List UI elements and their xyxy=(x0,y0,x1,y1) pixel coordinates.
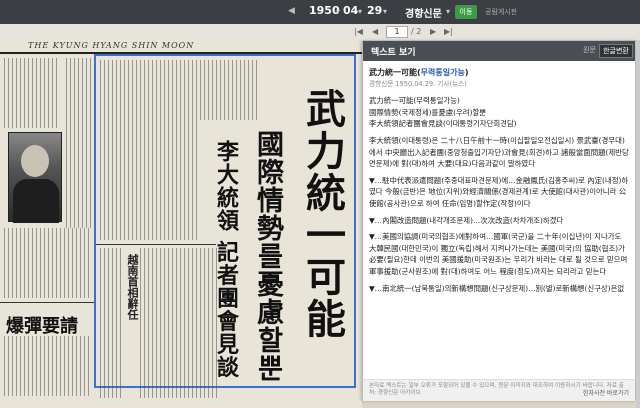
article-text-block xyxy=(66,58,92,228)
article-text-block xyxy=(4,58,60,128)
panel-footer: 본자료 텍스트는 일부 오류가 포함되어 있을 수 있으며, 원문 이미지와 대… xyxy=(363,379,635,401)
article-meta: 경향신문 1950.04.29. 기사(뉴스) xyxy=(369,79,467,88)
article-text: 武力統一可能(무력통일가능) 경향신문 1950.04.29. 기사(뉴스) 武… xyxy=(369,67,631,379)
hangul-convert-button[interactable]: 한글변환 xyxy=(599,44,633,58)
article-paragraph: ▼…內閣改造問題(내각개조문제)…次次改造(차차개조)하겠다 xyxy=(369,215,564,225)
move-button[interactable]: 이동 xyxy=(455,5,477,19)
portrait-face xyxy=(21,145,49,177)
article-paragraph: ▼…駐中代表派遣問題(주중대표파견문제)에…金融鳳氏(김홍주씨)로 內定(내정)… xyxy=(369,175,629,208)
headline-main: 武力統一可能 xyxy=(299,88,346,340)
chevron-down-icon[interactable]: ▾ xyxy=(446,7,450,16)
chevron-down-icon[interactable]: ▾ xyxy=(383,7,387,16)
prev-page-button[interactable]: ◀ xyxy=(372,27,378,36)
day-select[interactable]: 29 xyxy=(367,4,382,17)
article-text-block xyxy=(140,248,220,398)
dictionary-link[interactable]: 한자사전 바로가기 xyxy=(583,390,629,397)
column-rule xyxy=(0,302,94,303)
article-title: 武力統一可能(무력통일가능) xyxy=(369,68,469,77)
headline-sub: 國際情勢를憂慮할뿐 xyxy=(252,130,283,382)
chevron-down-icon[interactable]: ▾ xyxy=(358,7,362,16)
article-text-block xyxy=(100,248,122,398)
column-rule xyxy=(96,244,216,245)
page-number-input[interactable]: 1 xyxy=(386,26,408,38)
article-text-block xyxy=(4,228,92,298)
newspaper-select[interactable]: 경향신문 xyxy=(405,5,442,20)
last-page-button[interactable]: ▶| xyxy=(444,27,453,36)
article-paragraph: ▼…南北統一(남북통일)의新構想問題(신구상문제)…別(별)로新構想(신구상)은… xyxy=(369,283,625,293)
chevron-down-icon[interactable]: ▾ xyxy=(336,7,340,16)
text-view-panel: 텍스트 보기 원문 한글변환 武力統一可能(무력통일가능) 경향신문 1950.… xyxy=(362,40,636,401)
article-text-block xyxy=(4,336,92,396)
article-paragraph: ▼…美國의協調(미국의협조)에對하여…國軍(국군)을 二十年(이십년)이 지나가… xyxy=(369,232,628,276)
scrollbar[interactable] xyxy=(636,40,640,408)
next-page-button[interactable]: ▶ xyxy=(430,27,436,36)
article-text-block xyxy=(200,60,260,120)
article-paragraph: 李大統領(이대통령)은 二十八日午前十一時(이십팔일오전십일시) 景武臺(경무대… xyxy=(369,135,629,169)
top-navigation-bar: ◀ 1950 ▾ 04 ▾ 29 ▾ 경향신문 ▾ 이동 공람게시판 xyxy=(0,0,640,24)
original-text-button[interactable]: 원문 xyxy=(583,45,596,55)
portrait-photo xyxy=(8,132,62,223)
panel-title: 텍스트 보기 xyxy=(371,48,416,58)
panel-header: 텍스트 보기 원문 한글변환 xyxy=(363,41,635,61)
small-headline: 越南首相辭任 xyxy=(126,254,139,320)
article-text-block xyxy=(100,60,200,240)
board-link[interactable]: 공람게시판 xyxy=(485,7,517,17)
newspaper-viewer[interactable]: THE KYUNG HYANG SHIN MOON 爆彈要請 武力統一可能 國際… xyxy=(0,40,362,408)
article-head-lines: 武力統一可能(무력통일가능) 國際情勢(국제정세)를憂慮(우려)할뿐 李大統領記… xyxy=(369,96,517,129)
first-page-button[interactable]: |◀ xyxy=(354,27,363,36)
portrait-body xyxy=(13,179,59,223)
page-total: / 2 xyxy=(411,27,422,36)
prev-date-button[interactable]: ◀ xyxy=(288,6,295,16)
page-toolbar: |◀ ◀ 1 / 2 ▶ ▶| xyxy=(0,24,640,40)
month-select[interactable]: 04 xyxy=(343,4,358,17)
